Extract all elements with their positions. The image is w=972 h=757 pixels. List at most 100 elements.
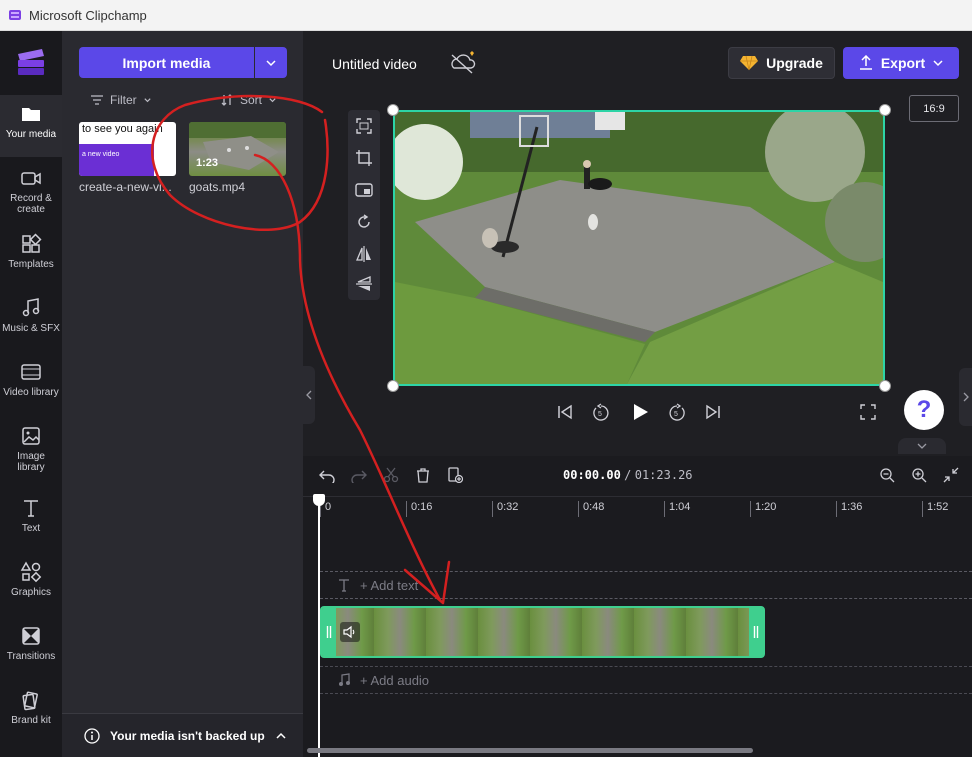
video-preview[interactable] [393, 110, 885, 386]
nav-item-text[interactable]: Text [0, 489, 62, 551]
preview-toolbar [348, 110, 380, 300]
nav-item-music-sfx[interactable]: Music & SFX [0, 289, 62, 351]
media-item-name: create-a-new-vi... [79, 180, 172, 194]
nav-label: Record & create [10, 193, 52, 215]
nav-item-graphics[interactable]: Graphics [0, 553, 62, 615]
collapse-media-panel-handle[interactable] [303, 366, 315, 424]
sort-button[interactable]: Sort [220, 92, 277, 108]
text-icon [24, 500, 38, 517]
backup-warning-text: Your media isn't backed up [110, 728, 265, 743]
flip-vertical-icon [356, 276, 372, 291]
import-media-dropdown-button[interactable] [255, 47, 287, 78]
zoom-in-button[interactable] [910, 466, 928, 484]
resize-handle-bottom-right[interactable] [879, 380, 891, 392]
timeline-scrollbar[interactable] [307, 748, 753, 753]
upgrade-button[interactable]: Upgrade [728, 47, 835, 79]
expand-properties-panel-handle[interactable] [959, 368, 972, 426]
transitions-icon [22, 627, 40, 645]
toggle-timeline-button[interactable] [898, 438, 946, 454]
nav-item-transitions[interactable]: Transitions [0, 617, 62, 679]
flip-vertical-button[interactable] [354, 274, 374, 294]
nav-item-record-create[interactable]: Record & create [0, 159, 62, 221]
chevron-down-icon [269, 97, 276, 102]
play-icon [634, 404, 648, 420]
music-icon [22, 298, 40, 317]
skip-to-start-button[interactable] [555, 402, 575, 422]
fit-icon [356, 118, 372, 134]
skip-to-end-button[interactable] [703, 402, 723, 422]
fit-timeline-button[interactable] [942, 466, 960, 484]
filter-label: Filter [110, 93, 137, 107]
export-button[interactable]: Export [843, 47, 959, 79]
redo-button[interactable] [350, 466, 368, 484]
scissors-icon [383, 467, 399, 483]
add-media-icon [448, 467, 463, 483]
undo-icon [319, 470, 335, 483]
image-icon [22, 427, 40, 445]
cloud-sync-off-icon[interactable] [448, 49, 480, 77]
timecode-display: 00:00.00 / 01:23.26 [563, 468, 693, 482]
playhead-line[interactable] [318, 494, 320, 757]
clip-trim-handle-left[interactable] [322, 608, 336, 656]
nav-item-templates[interactable]: Templates [0, 225, 62, 287]
fullscreen-button[interactable] [858, 402, 878, 422]
nav-label: Music & SFX [2, 323, 60, 334]
rewind-5-icon: 5 [593, 403, 609, 421]
nav-label: Graphics [10, 587, 51, 598]
nav-item-video-library[interactable]: Video library [0, 353, 62, 415]
picture-in-picture-button[interactable] [354, 180, 374, 200]
playhead-handle[interactable] [313, 494, 325, 506]
nav-label: Transitions [6, 651, 56, 662]
backup-warning-bar[interactable]: Your media isn't backed up [62, 713, 303, 757]
ruler-tick: 1:52 [922, 501, 948, 517]
aspect-ratio-button[interactable]: 16:9 [909, 95, 959, 122]
media-thumbnail-create-new[interactable]: to see you again a new video [79, 122, 176, 176]
flip-horizontal-button[interactable] [354, 244, 374, 264]
collapse-arrows-icon [943, 467, 959, 483]
thumbnail-purple-block: a new video [79, 144, 154, 176]
timeline-panel: 00:00.00 / 01:23.26 0 0:16 0:32 0:48 1:0… [303, 456, 972, 757]
help-button[interactable]: ? [904, 390, 944, 430]
split-button[interactable] [382, 466, 400, 484]
import-media-button[interactable]: Import media [79, 47, 254, 78]
time-ruler[interactable]: 0 0:16 0:32 0:48 1:04 1:20 1:36 1:52 [303, 496, 972, 520]
forward-5-icon: 5 [669, 403, 685, 421]
folder-icon [22, 108, 40, 121]
clip-trim-handle-right[interactable] [749, 608, 763, 656]
crop-button[interactable] [354, 148, 374, 168]
left-nav: Your media Record & create Templates Mus… [0, 31, 62, 757]
clip-volume-button[interactable] [340, 622, 360, 642]
add-text-track[interactable]: + Add text [320, 571, 972, 599]
nav-item-brand-kit[interactable]: Brand kit [0, 681, 62, 743]
zoom-out-button[interactable] [878, 466, 896, 484]
resize-handle-bottom-left[interactable] [387, 380, 399, 392]
add-audio-label: + Add audio [360, 672, 430, 688]
delete-button[interactable] [414, 466, 432, 484]
nav-label: Brand kit [11, 715, 51, 726]
nav-item-image-library[interactable]: Image library [0, 417, 62, 479]
upload-icon [859, 55, 872, 70]
play-button[interactable] [630, 402, 650, 422]
rotate-icon [358, 214, 370, 228]
text-icon [339, 579, 349, 592]
add-to-timeline-button[interactable] [446, 466, 464, 484]
undo-button[interactable] [318, 466, 336, 484]
video-clip-goats[interactable] [320, 606, 765, 658]
shapes-icon [20, 561, 42, 583]
rotate-button[interactable] [354, 212, 374, 232]
filter-button[interactable]: Filter [90, 92, 152, 108]
rewind-5s-button[interactable]: 5 [591, 402, 611, 422]
window-title: Microsoft Clipchamp [29, 7, 147, 23]
fit-button[interactable] [354, 116, 374, 136]
nav-item-your-media[interactable]: Your media [0, 95, 62, 157]
resize-handle-top-right[interactable] [879, 104, 891, 116]
thumbnail-caption: to see you again [82, 123, 163, 135]
forward-5s-button[interactable]: 5 [667, 402, 687, 422]
video-title-field[interactable]: Untitled video [321, 48, 433, 79]
add-audio-track[interactable]: + Add audio [320, 666, 972, 694]
nav-label: Image library [17, 451, 45, 473]
svg-text:5: 5 [674, 411, 678, 418]
speaker-icon [343, 625, 355, 639]
resize-handle-top-left[interactable] [387, 104, 399, 116]
media-thumbnail-goats[interactable]: 1:23 [189, 122, 286, 176]
